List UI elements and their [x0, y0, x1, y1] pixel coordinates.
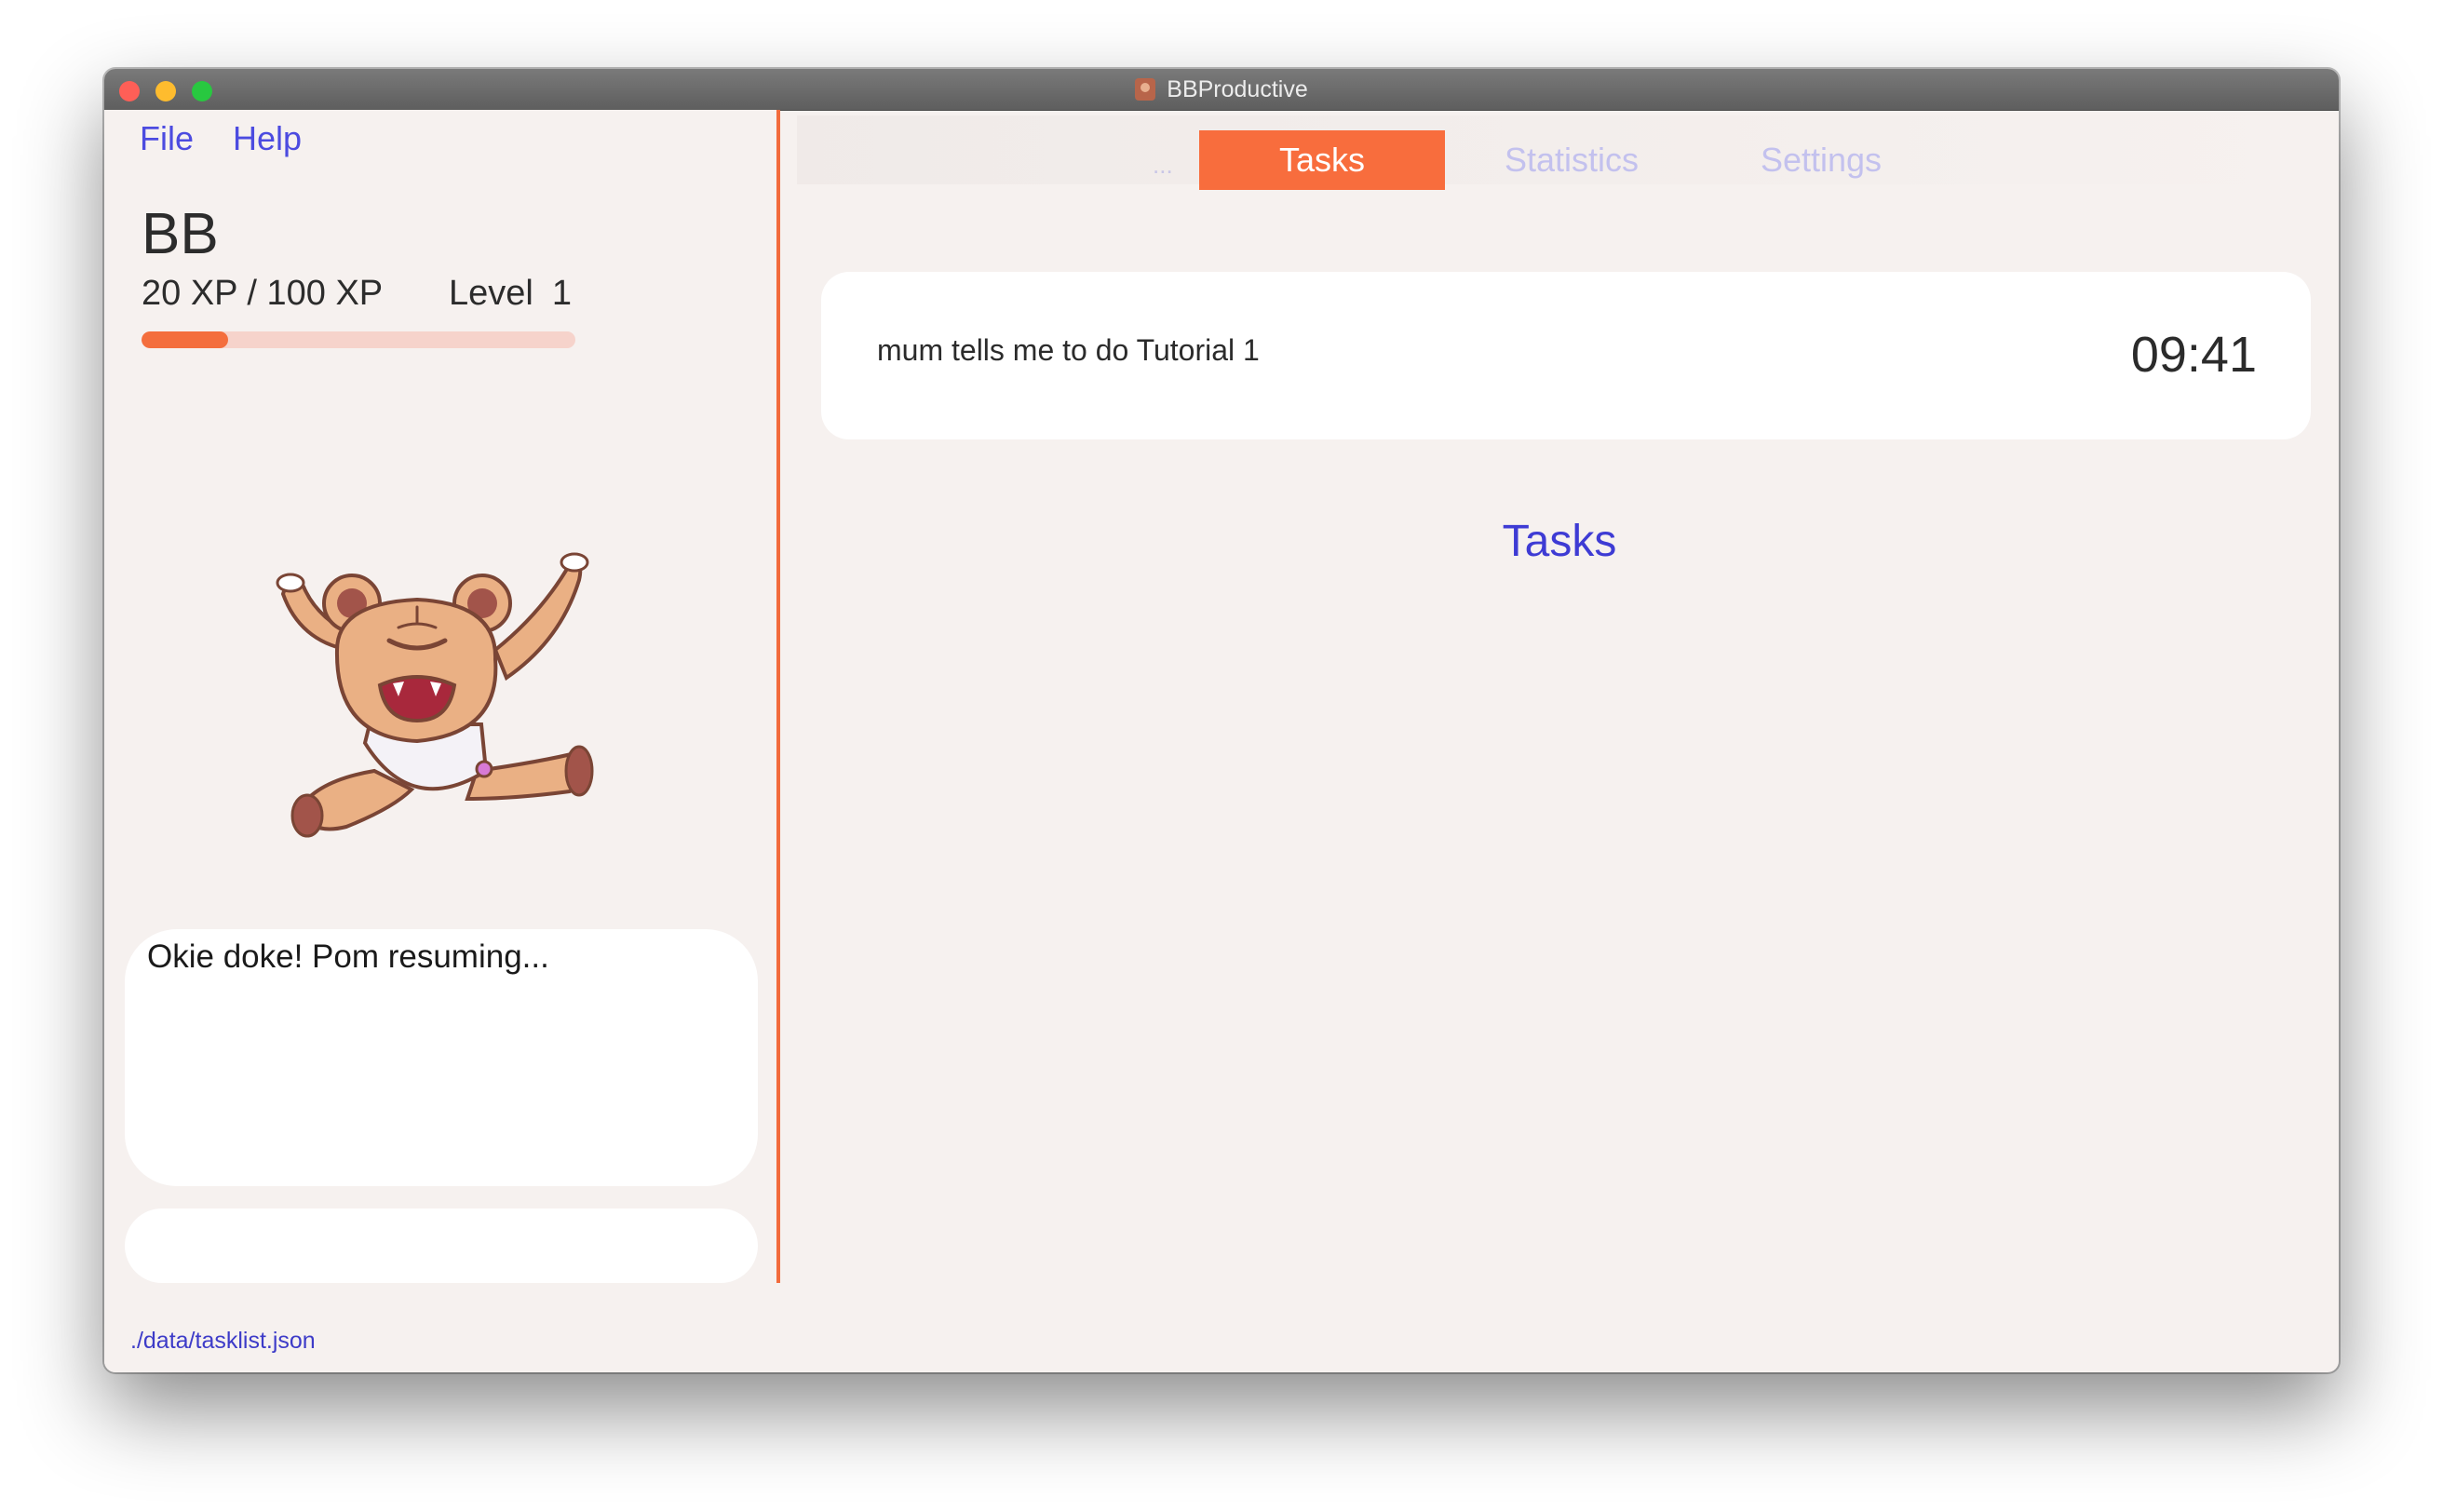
xp-row: 20 XP / 100 XP Level 1	[142, 274, 607, 314]
bear-mascot-image	[276, 552, 594, 838]
pomodoro-timer: 09:41	[2130, 327, 2257, 383]
right-panel: ... Tasks Statistics Settings mum tells …	[780, 110, 2339, 1372]
tasks-section-title: Tasks	[1502, 517, 1617, 566]
level-label: Level	[449, 274, 533, 313]
pet-name: BB	[142, 202, 219, 266]
tab-tasks[interactable]: Tasks	[1199, 130, 1445, 190]
level-value: 1	[551, 274, 572, 313]
pomodoro-task-name: mum tells me to do Tutorial 1	[877, 333, 1260, 367]
menu-file[interactable]: File	[140, 119, 194, 158]
tab-overflow-indicator: ...	[1153, 151, 1173, 179]
pet-message: Okie doke! Pom resuming...	[147, 938, 549, 975]
app-icon	[1135, 78, 1156, 101]
window-title-area: BBProductive	[104, 69, 2339, 110]
menu-bar: File Help	[140, 119, 302, 158]
command-input[interactable]	[125, 1208, 758, 1283]
tab-settings[interactable]: Settings	[1698, 130, 1944, 190]
xp-text: 20 XP / 100 XP	[142, 274, 384, 313]
storage-path: ./data/tasklist.json	[130, 1328, 316, 1354]
pet-speech-bubble: Okie doke! Pom resuming...	[125, 929, 758, 1186]
title-bar: BBProductive	[104, 69, 2339, 111]
left-panel: File Help BB 20 XP / 100 XP Level 1 Okie…	[104, 110, 776, 1372]
xp-progress-bar	[142, 331, 575, 348]
menu-help[interactable]: Help	[233, 119, 302, 158]
pomodoro-card: mum tells me to do Tutorial 1 09:41	[821, 272, 2311, 439]
app-window: BBProductive File Help BB 20 XP / 100 XP…	[104, 69, 2339, 1372]
tab-statistics[interactable]: Statistics	[1449, 130, 1694, 190]
window-title: BBProductive	[1167, 75, 1308, 102]
xp-progress-fill	[142, 331, 229, 348]
